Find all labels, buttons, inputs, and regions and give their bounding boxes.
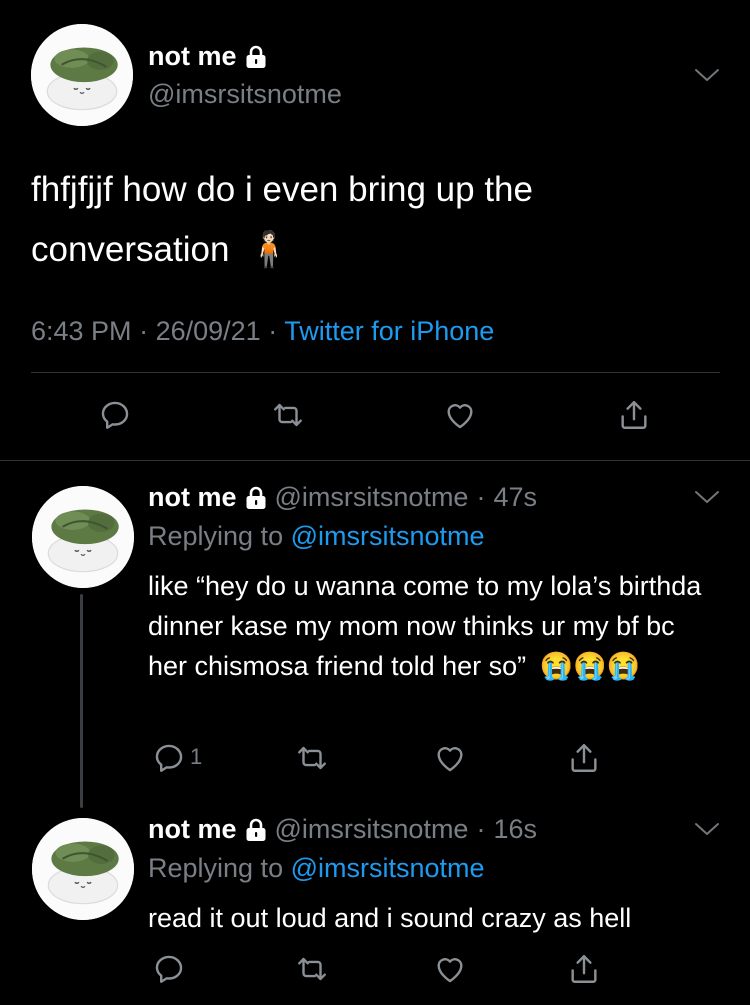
display-name[interactable]: not me: [148, 482, 267, 513]
tweet-text: fhfjfjjf how do i even bring up the conv…: [31, 160, 681, 280]
reply-count: 1: [190, 744, 203, 769]
tweet-age[interactable]: 47s: [493, 482, 537, 513]
share-icon[interactable]: [567, 741, 601, 775]
replying-label: Replying to: [148, 521, 284, 551]
retweet-icon[interactable]: [271, 398, 305, 432]
tweet-source-link[interactable]: Twitter for iPhone: [284, 316, 494, 346]
like-icon[interactable]: [443, 398, 477, 432]
display-name-text: not me: [148, 482, 237, 512]
avatar[interactable]: [32, 818, 134, 920]
lock-icon: [245, 486, 267, 510]
reply-header: not me @imsrsitsnotme · 16s: [148, 814, 537, 845]
reply-icon[interactable]: [152, 741, 186, 775]
reply-text: read it out loud and i sound crazy as he…: [148, 903, 632, 933]
thread-line: [80, 594, 83, 808]
like-icon[interactable]: [433, 952, 467, 986]
user-handle[interactable]: @imsrsitsnotme: [275, 482, 469, 513]
display-name[interactable]: not me: [148, 814, 267, 845]
tweet-time: 6:43 PM: [31, 316, 132, 346]
avatar[interactable]: [31, 24, 133, 126]
meta-dot: ·: [476, 814, 486, 844]
standing-person-emoji: 🧍🏻: [247, 230, 291, 269]
divider: [31, 372, 720, 373]
tweet-meta: 6:43 PM · 26/09/21 · Twitter for iPhone: [31, 316, 494, 347]
reply-icon[interactable]: [98, 398, 132, 432]
meta-dot: ·: [268, 316, 278, 346]
share-icon[interactable]: [617, 398, 651, 432]
reply-icon[interactable]: [152, 952, 186, 986]
tweet-age[interactable]: 16s: [493, 814, 537, 845]
retweet-icon[interactable]: [295, 952, 329, 986]
replying-to: Replying to @imsrsitsnotme: [148, 521, 485, 552]
like-icon[interactable]: [433, 741, 467, 775]
meta-dot: ·: [139, 316, 149, 346]
replying-handle-link[interactable]: @imsrsitsnotme: [291, 853, 485, 883]
display-name-text: not me: [148, 41, 237, 71]
share-icon[interactable]: [567, 952, 601, 986]
crying-emojis: 😭😭😭: [539, 651, 641, 681]
display-name-text: not me: [148, 814, 237, 844]
lock-icon: [245, 818, 267, 842]
replying-to: Replying to @imsrsitsnotme: [148, 853, 485, 884]
user-handle[interactable]: @imsrsitsnotme: [275, 814, 469, 845]
reply-header: not me @imsrsitsnotme · 47s: [148, 482, 537, 513]
reply-text: like “hey do u wanna come to my lola’s b…: [148, 566, 708, 686]
chevron-down-icon[interactable]: [693, 66, 721, 84]
retweet-icon[interactable]: [295, 741, 329, 775]
chevron-down-icon[interactable]: [693, 488, 721, 506]
avatar[interactable]: [32, 486, 134, 588]
display-name[interactable]: not me: [148, 41, 267, 72]
chevron-down-icon[interactable]: [693, 820, 721, 838]
replying-handle-link[interactable]: @imsrsitsnotme: [291, 521, 485, 551]
section-divider: [0, 460, 750, 461]
user-handle[interactable]: @imsrsitsnotme: [148, 79, 342, 110]
lock-icon: [245, 45, 267, 69]
meta-dot: ·: [476, 482, 486, 512]
replying-label: Replying to: [148, 853, 284, 883]
tweet-date: 26/09/21: [155, 316, 261, 346]
